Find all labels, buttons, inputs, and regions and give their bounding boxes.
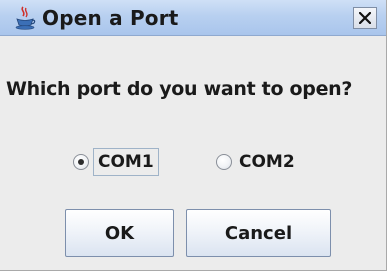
close-button[interactable] bbox=[353, 7, 377, 29]
cancel-button[interactable]: Cancel bbox=[186, 209, 331, 257]
radio-option-com1[interactable]: COM1 bbox=[73, 147, 159, 177]
dialog-window: Open a Port Which port do you want to op… bbox=[0, 0, 387, 271]
radio-label-com2[interactable]: COM2 bbox=[239, 152, 295, 172]
radio-option-com2[interactable]: COM2 bbox=[216, 147, 295, 177]
radio-button-com2[interactable] bbox=[216, 154, 232, 170]
java-coffee-cup-icon bbox=[14, 6, 36, 30]
radio-label-com1[interactable]: COM1 bbox=[93, 148, 159, 176]
radio-button-com1[interactable] bbox=[73, 154, 89, 170]
close-icon bbox=[358, 9, 372, 28]
title-bar[interactable]: Open a Port bbox=[0, 0, 386, 36]
radio-selected-dot bbox=[78, 159, 84, 165]
prompt-label: Which port do you want to open? bbox=[6, 78, 353, 100]
ok-button[interactable]: OK bbox=[65, 209, 174, 257]
window-title: Open a Port bbox=[42, 6, 179, 30]
